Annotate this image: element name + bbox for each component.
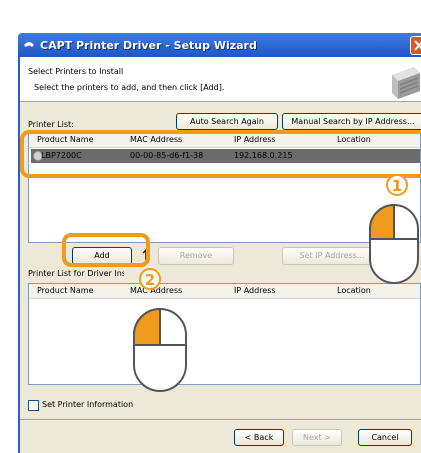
set-printer-info-label[interactable]: Set Printer Information [42, 400, 133, 409]
highlight-add-button [62, 233, 150, 267]
step-1-badge: 1 [386, 174, 408, 196]
next-button[interactable]: Next > [292, 429, 342, 446]
header-title: Select Printers to Install [28, 67, 124, 76]
manual-search-button[interactable]: Manual Search by IP Address... [282, 113, 421, 130]
window-title: CAPT Printer Driver - Setup Wizard [40, 39, 257, 52]
mouse-icon [369, 203, 419, 284]
header-subtitle: Select the printers to add, and then cli… [34, 83, 225, 92]
install-list[interactable]: Product Name MAC Address IP Address Loca… [28, 283, 421, 385]
printer-icon [392, 67, 420, 99]
title-bar: CAPT Printer Driver - Setup Wizard [18, 33, 421, 57]
footer-divider [20, 419, 421, 420]
set-ip-address-button[interactable]: Set IP Address... [282, 247, 382, 265]
back-button[interactable]: < Back [234, 429, 284, 446]
auto-search-button[interactable]: Auto Search Again [176, 113, 278, 130]
app-icon [24, 42, 34, 47]
step-2-badge: 2 [139, 268, 161, 290]
set-printer-info-checkbox[interactable] [28, 400, 39, 411]
install-list-label: Printer List for Driver Installation: [28, 269, 124, 278]
column-ip-address[interactable]: IP Address [234, 286, 276, 295]
column-location[interactable]: Location [337, 286, 371, 295]
wizard-header: Select Printers to Install Select the pr… [20, 57, 421, 102]
cancel-button[interactable]: Cancel [358, 429, 412, 446]
close-button[interactable] [410, 36, 421, 55]
install-list-header: Product Name MAC Address IP Address Loca… [29, 284, 420, 299]
close-icon [414, 40, 421, 51]
remove-button[interactable]: Remove [158, 247, 234, 265]
printer-list-label: Printer List: [28, 120, 74, 129]
column-product-name[interactable]: Product Name [37, 286, 94, 295]
mouse-icon [133, 307, 187, 392]
highlight-printer-row [20, 130, 421, 178]
